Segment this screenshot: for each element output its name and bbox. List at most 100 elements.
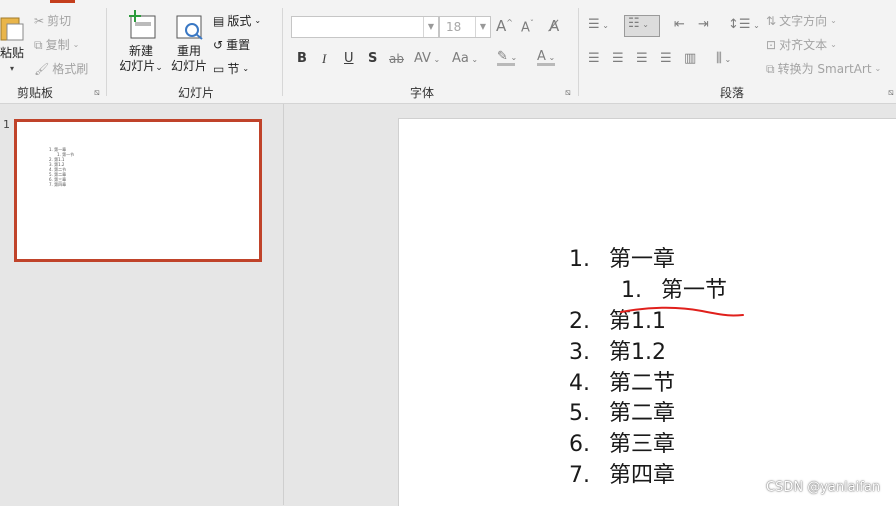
reuse-slide-icon xyxy=(176,15,203,40)
cut-label: 剪切 xyxy=(47,14,72,28)
highlight-icon: ✎ xyxy=(497,49,508,64)
reuse-slide-label-1: 重用 xyxy=(176,44,201,58)
change-case-button[interactable]: Aa ⌄ xyxy=(452,51,478,66)
slides-group-label: 幻灯片 xyxy=(178,86,215,100)
convert-smartart-button[interactable]: ⧉ 转换为 SmartArt ⌄ xyxy=(766,60,881,77)
red-underline-annotation xyxy=(620,306,744,317)
paste-label: 粘贴 xyxy=(0,46,24,60)
grow-font-icon[interactable]: A^ xyxy=(496,17,513,35)
reset-button[interactable]: ↺ 重置 xyxy=(213,36,250,53)
shadow-button[interactable]: S xyxy=(368,51,377,66)
highlight-button[interactable]: ✎ ⌄ xyxy=(497,49,517,66)
font-color-icon: A xyxy=(537,49,546,64)
cut-button[interactable]: ✂ 剪切 xyxy=(34,12,71,29)
pane-divider[interactable] xyxy=(283,104,284,505)
chevron-down-icon[interactable]: ▼ xyxy=(475,17,490,37)
distribute-icon[interactable]: ▥ xyxy=(684,51,696,66)
decrease-indent-icon[interactable]: ⇤ xyxy=(674,17,685,32)
paste-dropdown-icon[interactable]: ▾ xyxy=(0,61,26,76)
bullets-button[interactable]: ☰ ⌄ xyxy=(588,17,609,32)
section-button[interactable]: ▭ 节 ⌄ xyxy=(213,60,249,77)
clear-format-icon[interactable]: A̸ xyxy=(549,17,559,35)
list-item[interactable]: 6. 第三章 xyxy=(569,432,675,458)
list-item[interactable]: 5. 第二章 xyxy=(569,401,675,427)
format-painter-button[interactable]: 🖌 格式刷 xyxy=(34,60,88,77)
text-direction-button[interactable]: ⇅ 文字方向 ⌄ xyxy=(766,12,837,29)
list-item[interactable]: 4. 第二节 xyxy=(569,371,675,397)
group-separator xyxy=(578,8,579,96)
list-item[interactable]: 3. 第1.2 xyxy=(569,340,666,366)
align-text-button[interactable]: ⊡ 对齐文本 ⌄ xyxy=(766,36,837,53)
font-size-value: 18 xyxy=(446,20,462,34)
columns-button[interactable]: ⫼ ⌄ xyxy=(716,51,731,66)
cut-icon: ✂ xyxy=(34,13,45,28)
reset-icon: ↺ xyxy=(213,37,224,52)
new-slide-label-2: 幻灯片⌄ xyxy=(119,59,163,73)
reuse-slide-button[interactable]: 重用 幻灯片 xyxy=(168,10,210,74)
reset-label: 重置 xyxy=(226,38,251,52)
copy-dropdown-icon[interactable]: ⌄ xyxy=(73,40,80,49)
increase-indent-icon[interactable]: ⇥ xyxy=(698,17,709,32)
paragraph-group-label: 段落 xyxy=(720,86,745,100)
group-separator xyxy=(282,8,283,96)
font-color-button[interactable]: A ⌄ xyxy=(537,49,555,66)
chevron-down-icon: ⌄ xyxy=(830,16,837,25)
group-separator xyxy=(106,8,107,96)
clipboard-launcher-icon[interactable]: ⧅ xyxy=(94,88,100,98)
slide-number: 1 xyxy=(3,118,10,131)
copy-button[interactable]: ⧉ 复制 ⌄ xyxy=(34,36,79,53)
bold-button[interactable]: B xyxy=(297,51,307,66)
numbering-button[interactable]: ☷ ⌄ xyxy=(624,15,660,37)
layout-dropdown-icon: ⌄ xyxy=(254,16,262,25)
align-center-icon[interactable]: ☰ xyxy=(612,51,624,66)
list-item[interactable]: 1. 第一章 xyxy=(569,247,675,273)
format-painter-icon: 🖌 xyxy=(34,61,50,76)
list-item-nested[interactable]: 1. 第一节 xyxy=(621,278,727,304)
text-direction-icon: ⇅ xyxy=(766,13,777,28)
clipboard-group-label: 剪贴板 xyxy=(17,86,54,100)
copy-icon: ⧉ xyxy=(34,37,43,52)
layout-icon: ▤ xyxy=(213,13,225,28)
new-slide-button[interactable]: 新建 幻灯片⌄ xyxy=(115,10,167,76)
font-name-combo[interactable]: ▼ xyxy=(291,16,439,38)
text-direction-label: 文字方向 xyxy=(779,14,828,28)
line-spacing-button[interactable]: ↕☰ ⌄ xyxy=(728,17,760,32)
watermark: CSDN @yanlaifan xyxy=(766,480,881,495)
section-dropdown-icon: ⌄ xyxy=(242,64,250,73)
list-item[interactable]: 7. 第四章 xyxy=(569,463,675,489)
chevron-down-icon: ⌄ xyxy=(830,40,837,49)
paste-icon xyxy=(0,17,24,41)
font-size-combo[interactable]: 18 ▼ xyxy=(439,16,491,38)
underline-button[interactable]: U xyxy=(344,51,354,66)
thumbnail-line: 7. 第四章 xyxy=(49,182,67,187)
font-launcher-icon[interactable]: ⧅ xyxy=(565,88,571,98)
active-tab-indicator xyxy=(50,0,75,3)
bullets-icon: ☰ xyxy=(588,17,600,32)
slide-thumbnail[interactable]: 1. 第一章 1. 第一节 2. 第1.1 3. 第1.2 4. 第二节 5. … xyxy=(14,119,262,262)
numbering-icon: ☷ xyxy=(628,16,640,31)
font-group-label: 字体 xyxy=(410,86,435,100)
new-slide-label-1: 新建 xyxy=(128,44,153,58)
strikethrough-button[interactable]: ab xyxy=(389,52,404,66)
layout-label: 版式 xyxy=(227,14,252,28)
smartart-icon: ⧉ xyxy=(766,61,775,76)
format-painter-label: 格式刷 xyxy=(52,62,89,76)
paragraph-launcher-icon[interactable]: ⧅ xyxy=(888,88,894,98)
italic-button[interactable]: I xyxy=(322,51,326,67)
align-left-icon[interactable]: ☰ xyxy=(588,51,600,66)
smartart-label: 转换为 SmartArt xyxy=(777,62,872,76)
align-right-icon[interactable]: ☰ xyxy=(636,51,648,66)
section-label: 节 xyxy=(227,62,240,76)
paste-button[interactable]: 粘贴 ▾ xyxy=(0,12,26,76)
character-spacing-button[interactable]: AV ⌄ xyxy=(414,51,440,66)
copy-label: 复制 xyxy=(45,38,70,52)
shrink-font-icon[interactable]: Aˇ xyxy=(521,19,534,35)
slide-canvas[interactable]: 1. 第一章 1. 第一节 2. 第1.1 3. 第1.2 4. 第二节 5. 第二章 6.… xyxy=(398,118,896,506)
chevron-down-icon[interactable]: ▼ xyxy=(423,17,438,37)
align-text-label: 对齐文本 xyxy=(779,38,828,52)
line-spacing-icon: ↕☰ xyxy=(728,17,751,32)
section-icon: ▭ xyxy=(213,61,225,76)
chevron-down-icon: ⌄ xyxy=(874,64,882,73)
layout-button[interactable]: ▤ 版式 ⌄ xyxy=(213,12,261,29)
justify-icon[interactable]: ☰ xyxy=(660,51,672,66)
